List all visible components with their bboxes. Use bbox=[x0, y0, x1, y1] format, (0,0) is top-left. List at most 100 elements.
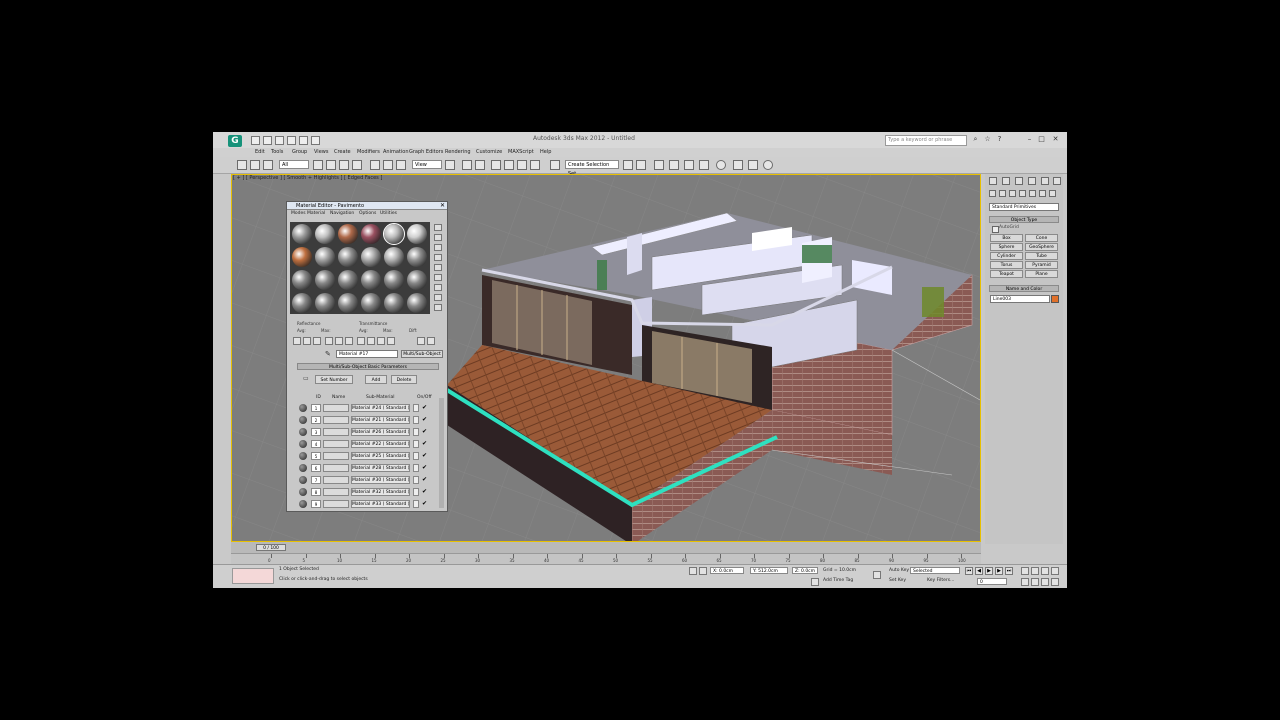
submaterial-button[interactable]: Material #32 ( Standard ) bbox=[351, 488, 410, 496]
plane-button[interactable]: Plane bbox=[1025, 270, 1058, 278]
go-to-start-icon[interactable]: ⏮ bbox=[965, 567, 973, 575]
menu-create[interactable]: Create bbox=[334, 149, 351, 155]
material-sample-slot[interactable] bbox=[315, 247, 335, 267]
close-icon[interactable]: ✕ bbox=[440, 202, 445, 210]
bind-spacewarp-icon[interactable] bbox=[263, 160, 273, 170]
me-menu-material[interactable]: Material bbox=[307, 211, 325, 216]
submaterial-name-field[interactable] bbox=[323, 464, 349, 472]
sphere-button[interactable]: Sphere bbox=[990, 243, 1023, 251]
submaterial-color-swatch[interactable] bbox=[413, 428, 419, 436]
add-time-tag[interactable]: Add Time Tag bbox=[823, 578, 853, 583]
close-icon[interactable]: ✕ bbox=[1051, 135, 1060, 144]
undo-icon[interactable] bbox=[287, 136, 296, 145]
edit-named-sets-icon[interactable] bbox=[550, 160, 560, 170]
material-sample-slot[interactable] bbox=[292, 270, 312, 290]
material-sample-slot[interactable] bbox=[315, 293, 335, 313]
submaterial-color-swatch[interactable] bbox=[413, 452, 419, 460]
key-mode-dropdown[interactable]: Selected bbox=[910, 567, 960, 574]
assign-to-selection-icon[interactable] bbox=[313, 337, 321, 345]
display-tab-icon[interactable] bbox=[1041, 177, 1049, 185]
material-map-navigator-icon[interactable] bbox=[434, 304, 442, 311]
material-sample-slot[interactable] bbox=[338, 224, 358, 244]
submaterial-name-field[interactable] bbox=[323, 428, 349, 436]
submaterial-button[interactable]: Material #28 ( Standard ) bbox=[351, 464, 410, 472]
unlink-icon[interactable] bbox=[250, 160, 260, 170]
render-production-icon[interactable] bbox=[763, 160, 773, 170]
app-logo[interactable]: G bbox=[228, 135, 242, 147]
submaterial-id[interactable]: 3 bbox=[311, 428, 321, 436]
material-sample-slot[interactable] bbox=[315, 224, 335, 244]
menu-edit[interactable]: Edit bbox=[255, 149, 265, 155]
create-tab-icon[interactable] bbox=[989, 177, 997, 185]
absolute-mode-icon[interactable] bbox=[699, 567, 707, 575]
me-menu-utilities[interactable]: Utilities bbox=[380, 211, 397, 216]
select-link-icon[interactable] bbox=[237, 160, 247, 170]
options-icon[interactable] bbox=[434, 284, 442, 291]
submaterial-row[interactable]: 1 Material #24 ( Standard ) ✔ bbox=[297, 403, 437, 413]
submaterial-id[interactable]: 2 bbox=[311, 416, 321, 424]
material-sample-slot[interactable] bbox=[315, 270, 335, 290]
me-menu-modes[interactable]: Modes bbox=[291, 211, 306, 216]
geosphere-button[interactable]: GeoSphere bbox=[1025, 243, 1058, 251]
menu-maxscript[interactable]: MAXScript bbox=[508, 149, 534, 155]
x-coordinate[interactable]: X: 0.0cm bbox=[710, 567, 744, 574]
autogrid-checkbox[interactable] bbox=[992, 226, 999, 233]
submaterial-id[interactable]: 6 bbox=[311, 464, 321, 472]
geometry-icon[interactable] bbox=[989, 190, 996, 197]
binoculars-icon[interactable]: ⌕ bbox=[971, 135, 980, 144]
helpers-icon[interactable] bbox=[1029, 190, 1036, 197]
put-to-library-icon[interactable] bbox=[345, 337, 353, 345]
time-slider[interactable]: 0 / 100 bbox=[256, 544, 286, 551]
maximize-viewport-icon[interactable] bbox=[1051, 578, 1059, 586]
submaterial-enabled-checkbox[interactable]: ✔ bbox=[422, 427, 427, 437]
percent-snap-icon[interactable] bbox=[517, 160, 527, 170]
submaterial-enabled-checkbox[interactable]: ✔ bbox=[422, 499, 427, 509]
align-icon[interactable] bbox=[636, 160, 646, 170]
show-end-result-icon[interactable] bbox=[377, 337, 385, 345]
keyboard-shortcut-icon[interactable] bbox=[475, 160, 485, 170]
lights-icon[interactable] bbox=[1009, 190, 1016, 197]
submaterial-enabled-checkbox[interactable]: ✔ bbox=[422, 463, 427, 473]
submaterial-name-field[interactable] bbox=[323, 452, 349, 460]
video-color-check-icon[interactable] bbox=[434, 264, 442, 271]
submaterial-id[interactable]: 4 bbox=[311, 440, 321, 448]
submaterial-color-swatch[interactable] bbox=[413, 500, 419, 508]
snaps-toggle-icon[interactable] bbox=[491, 160, 501, 170]
curve-editor-icon[interactable] bbox=[684, 160, 694, 170]
submaterial-row[interactable]: 5 Material #25 ( Standard ) ✔ bbox=[297, 451, 437, 461]
background-icon[interactable] bbox=[434, 244, 442, 251]
angle-snap-icon[interactable] bbox=[504, 160, 514, 170]
y-coordinate[interactable]: Y: 512.0cm bbox=[750, 567, 788, 574]
submaterial-id[interactable]: 7 bbox=[311, 476, 321, 484]
make-unique-icon[interactable] bbox=[335, 337, 343, 345]
material-sample-slot[interactable] bbox=[407, 293, 427, 313]
material-type-button[interactable]: Multi/Sub-Object bbox=[401, 350, 443, 358]
menu-group[interactable]: Group bbox=[292, 149, 307, 155]
submaterial-enabled-checkbox[interactable]: ✔ bbox=[422, 487, 427, 497]
go-to-parent-icon[interactable] bbox=[387, 337, 395, 345]
material-count-field[interactable]: ▭ bbox=[303, 375, 309, 382]
material-sample-slot[interactable] bbox=[361, 247, 381, 267]
me-menu-options[interactable]: Options bbox=[359, 211, 376, 216]
search-input[interactable]: Type a keyword or phrase bbox=[885, 135, 967, 146]
eyedropper-icon[interactable]: ✎ bbox=[325, 350, 331, 358]
go-forward-sibling-icon[interactable] bbox=[417, 337, 425, 345]
menu-customize[interactable]: Customize bbox=[476, 149, 502, 155]
move-icon[interactable] bbox=[370, 160, 380, 170]
submaterial-color-swatch[interactable] bbox=[413, 404, 419, 412]
select-object-icon[interactable] bbox=[313, 160, 323, 170]
menu-help[interactable]: Help bbox=[540, 149, 551, 155]
set-number-button[interactable]: Set Number bbox=[315, 375, 353, 384]
cone-button[interactable]: Cone bbox=[1025, 234, 1058, 242]
open-file-icon[interactable] bbox=[263, 136, 272, 145]
submaterial-button[interactable]: Material #21 ( Standard ) bbox=[351, 416, 410, 424]
submaterial-name-field[interactable] bbox=[323, 416, 349, 424]
star-icon[interactable]: ☆ bbox=[983, 135, 992, 144]
minimize-icon[interactable]: – bbox=[1025, 135, 1034, 144]
delete-button[interactable]: Delete bbox=[391, 375, 417, 384]
submaterial-button[interactable]: Material #26 ( Standard ) bbox=[351, 428, 410, 436]
rotate-icon[interactable] bbox=[383, 160, 393, 170]
zoom-extents-icon[interactable] bbox=[1041, 567, 1049, 575]
menu-views[interactable]: Views bbox=[314, 149, 328, 155]
zoom-icon[interactable] bbox=[1021, 567, 1029, 575]
